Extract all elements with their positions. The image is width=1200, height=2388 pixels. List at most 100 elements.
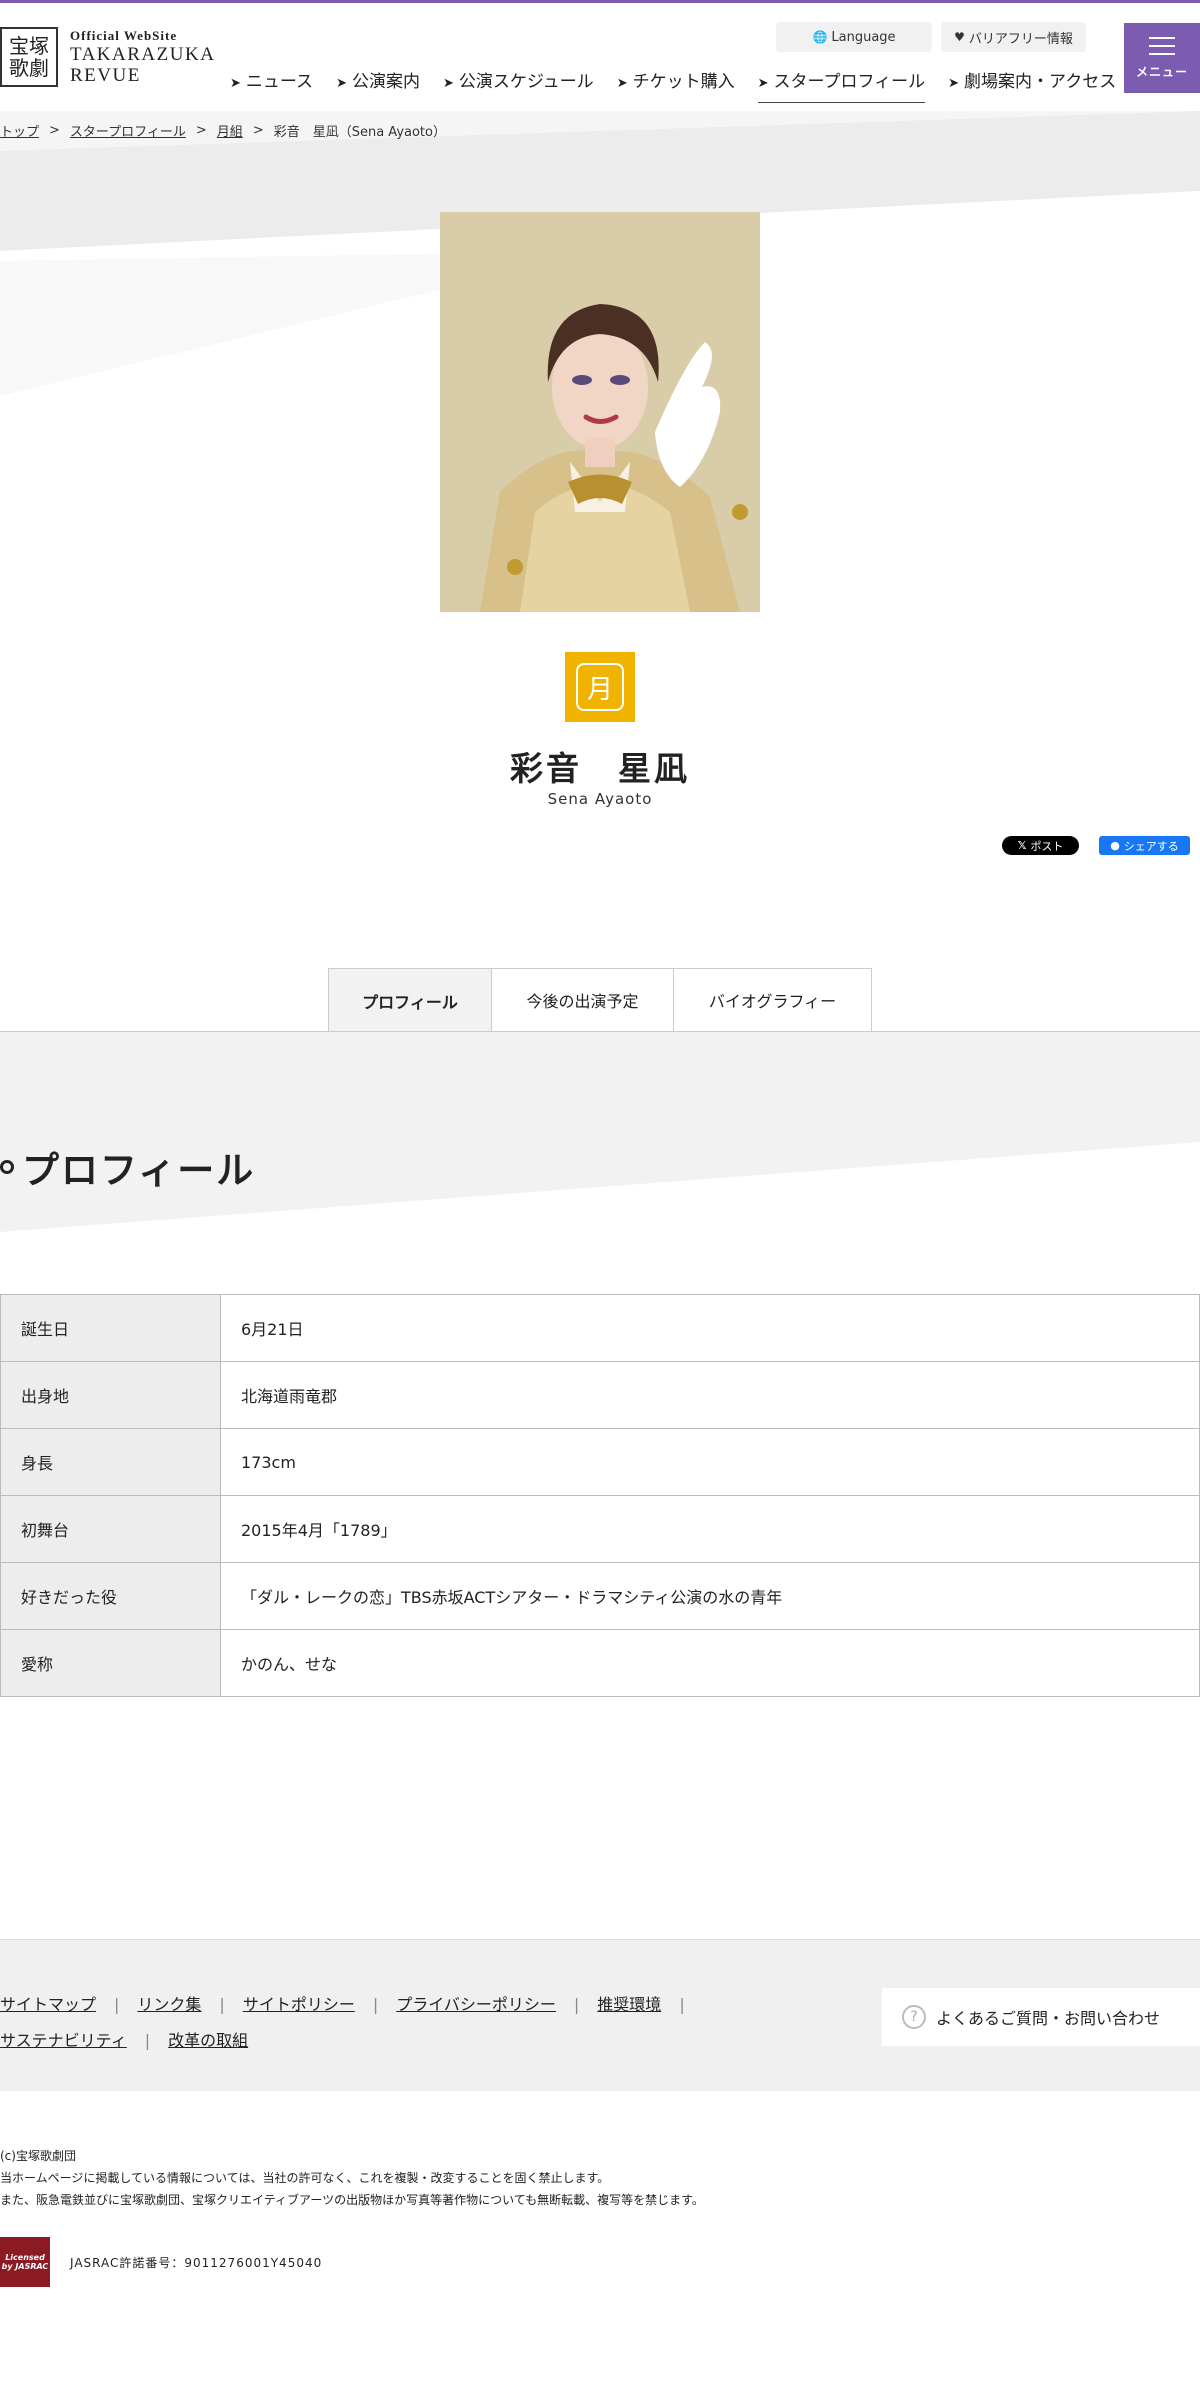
profile-key: 出身地 bbox=[0, 1361, 221, 1429]
logo-text: Official WebSite TAKARAZUKA REVUE bbox=[70, 28, 215, 86]
nav-label: 劇場案内・アクセス bbox=[964, 72, 1117, 92]
breadcrumb-separator: > bbox=[252, 123, 264, 138]
breadcrumb-troupe[interactable]: 月組 bbox=[217, 121, 243, 140]
profile-value: 173cm bbox=[220, 1428, 1200, 1496]
tab-upcoming[interactable]: 今後の出演予定 bbox=[492, 968, 674, 1032]
barrier-free-button[interactable]: ♥ バリアフリー情報 bbox=[941, 22, 1086, 52]
footer-link-links[interactable]: リンク集 bbox=[137, 1995, 201, 2014]
link-separator: | bbox=[679, 1995, 685, 2014]
tab-label: プロフィール bbox=[362, 992, 458, 1012]
table-row: 身長 173cm bbox=[0, 1428, 1200, 1496]
jasrac-number: JASRAC許諾番号：9011276001Y45040 bbox=[70, 2255, 323, 2270]
circle-bullet-icon bbox=[0, 1160, 14, 1174]
footer-links: サイトマップ | リンク集 | サイトポリシー | プライバシーポリシー | 推奨環境 | サステ… bbox=[0, 1987, 760, 2059]
logo-line1: TAKARAZUKA bbox=[70, 44, 216, 65]
tab-profile[interactable]: プロフィール bbox=[328, 968, 492, 1032]
language-button[interactable]: 🌐 Language bbox=[776, 22, 932, 52]
nav-item-news[interactable]: ➤ ニュース bbox=[230, 67, 313, 103]
globe-icon: 🌐 bbox=[812, 30, 828, 44]
breadcrumb-separator: > bbox=[49, 123, 60, 138]
facebook-share-label: シェアする bbox=[1123, 839, 1179, 853]
tab-label: バイオグラフィー bbox=[708, 992, 837, 1011]
faq-contact-button[interactable]: ? よくあるご質問・お問い合わせ bbox=[882, 1988, 1200, 2046]
chevron-right-icon: ➤ bbox=[442, 76, 454, 91]
profile-value: かのん、せな bbox=[220, 1629, 1200, 1697]
x-post-label: ポスト bbox=[1030, 839, 1064, 853]
footer-link-sitemap[interactable]: サイトマップ bbox=[0, 1995, 96, 2014]
profile-key: 誕生日 bbox=[0, 1294, 221, 1362]
table-row: 誕生日 6月21日 bbox=[0, 1294, 1200, 1362]
breadcrumb-top[interactable]: トップ bbox=[0, 121, 39, 140]
jasrac-logo-text: Licensed by JASRAC bbox=[1, 2253, 49, 2271]
chevron-right-icon: ➤ bbox=[948, 76, 960, 91]
star-portrait-illustration bbox=[440, 212, 760, 612]
site-header: 宝塚歌劇 Official WebSite TAKARAZUKA REVUE 🌐… bbox=[0, 3, 1200, 111]
nav-label: チケット購入 bbox=[632, 72, 735, 92]
nav-label: 公演案内 bbox=[351, 72, 420, 92]
footer-links-area: サイトマップ | リンク集 | サイトポリシー | プライバシーポリシー | 推奨環境 | サステ… bbox=[0, 1939, 1200, 2091]
nav-label: ニュース bbox=[245, 72, 314, 92]
star-name-en: Sena Ayaoto bbox=[547, 790, 653, 808]
chevron-right-icon: ➤ bbox=[616, 76, 628, 91]
link-separator: | bbox=[573, 1995, 580, 2014]
jasrac-block: Licensed by JASRAC JASRAC許諾番号：9011276001… bbox=[0, 2237, 322, 2287]
table-row: 好きだった役 「ダル・レークの恋」TBS赤坂ACTシアター・ドラマシティ公演の水… bbox=[0, 1562, 1200, 1630]
logo-line2: REVUE bbox=[70, 65, 141, 86]
nav-item-theater-access[interactable]: ➤ 劇場案内・アクセス bbox=[948, 67, 1116, 103]
footer-link-sustainability[interactable]: サステナビリティ bbox=[0, 2031, 127, 2050]
nav-label: スタープロフィール bbox=[773, 72, 926, 92]
link-separator: | bbox=[219, 1995, 225, 2014]
menu-label: メニュー bbox=[1135, 64, 1188, 79]
global-nav: ➤ ニュース ➤ 公演案内 ➤ 公演スケジュール ➤ チケット購入 ➤ スタープロフィール… bbox=[230, 67, 1139, 103]
profile-key: 身長 bbox=[0, 1428, 221, 1496]
profile-value: 「ダル・レークの恋」TBS赤坂ACTシアター・ドラマシティ公演の水の青年 bbox=[220, 1562, 1200, 1630]
nav-label: 公演スケジュール bbox=[458, 72, 594, 92]
star-name: 彩音 星凪 bbox=[510, 749, 690, 788]
star-photo bbox=[440, 212, 760, 612]
copyright-text: (c)宝塚歌劇団 bbox=[0, 2149, 76, 2163]
site-logo[interactable]: 宝塚歌劇 Official WebSite TAKARAZUKA REVUE bbox=[0, 27, 215, 87]
footer-link-site-policy[interactable]: サイトポリシー bbox=[243, 1995, 355, 2014]
chevron-right-icon: ➤ bbox=[230, 76, 241, 91]
footer-links-row1: サイトマップ | リンク集 | サイトポリシー | プライバシーポリシー | 推奨環境 | bbox=[0, 1987, 760, 2023]
chevron-right-icon: ➤ bbox=[336, 76, 347, 91]
footer-link-privacy[interactable]: プライバシーポリシー bbox=[396, 1995, 556, 2014]
x-logo-icon: 𝕏 bbox=[1017, 839, 1027, 852]
x-post-button[interactable]: 𝕏 ポスト bbox=[1002, 836, 1079, 855]
footer-links-row2: サステナビリティ | 改革の取組 bbox=[0, 2023, 760, 2059]
nav-item-performances[interactable]: ➤ 公演案内 bbox=[336, 67, 420, 103]
profile-value: 6月21日 bbox=[220, 1294, 1200, 1362]
facebook-share-button[interactable]: ● シェアする bbox=[1099, 836, 1190, 855]
profile-key: 初舞台 bbox=[0, 1495, 221, 1563]
section-title: プロフィール bbox=[0, 1140, 255, 1194]
tab-label: 今後の出演予定 bbox=[526, 992, 639, 1011]
footer-link-environment[interactable]: 推奨環境 bbox=[597, 1995, 661, 2014]
breadcrumb-star-profile[interactable]: スタープロフィール bbox=[70, 121, 186, 140]
table-row: 愛称 かのん、せな bbox=[0, 1629, 1200, 1697]
section-title-text: プロフィール bbox=[22, 1149, 256, 1192]
troupe-mark-glyph: 月 bbox=[576, 663, 624, 711]
link-separator: | bbox=[114, 1995, 120, 2014]
menu-button[interactable]: メニュー bbox=[1124, 23, 1200, 93]
profile-key: 愛称 bbox=[0, 1629, 221, 1697]
section-background bbox=[0, 1032, 1200, 1232]
troupe-moon-icon: 月 bbox=[565, 652, 635, 722]
nav-item-star-profile[interactable]: ➤ スタープロフィール bbox=[757, 67, 926, 103]
logo-official-website: Official WebSite bbox=[70, 28, 178, 43]
notice-line2: また、阪急電鉄並びに宝塚歌劇団、宝塚クリエイティブアーツの出版物ほか写真等著作物… bbox=[0, 2193, 704, 2207]
profile-value: 2015年4月「1789」 bbox=[220, 1495, 1200, 1563]
question-icon: ? bbox=[902, 2005, 926, 2029]
jasrac-logo: Licensed by JASRAC bbox=[0, 2237, 50, 2287]
hamburger-icon bbox=[1149, 36, 1175, 55]
profile-tabs: プロフィール 今後の出演予定 バイオグラフィー bbox=[328, 968, 872, 1032]
faq-label: よくあるご質問・お問い合わせ bbox=[936, 2009, 1161, 2028]
barrier-free-label: バリアフリー情報 bbox=[968, 31, 1073, 47]
tab-biography[interactable]: バイオグラフィー bbox=[674, 968, 872, 1032]
language-label: Language bbox=[831, 29, 896, 45]
table-row: 出身地 北海道雨竜郡 bbox=[0, 1361, 1200, 1429]
nav-item-schedule[interactable]: ➤ 公演スケジュール bbox=[443, 67, 594, 103]
nav-item-tickets[interactable]: ➤ チケット購入 bbox=[617, 67, 735, 103]
breadcrumb-separator: > bbox=[195, 123, 207, 138]
footer-link-reform[interactable]: 改革の取組 bbox=[168, 2031, 248, 2050]
copyright-block: (c)宝塚歌劇団 当ホームページに掲載している情報については、当社の許可なく、こ… bbox=[0, 2145, 704, 2211]
